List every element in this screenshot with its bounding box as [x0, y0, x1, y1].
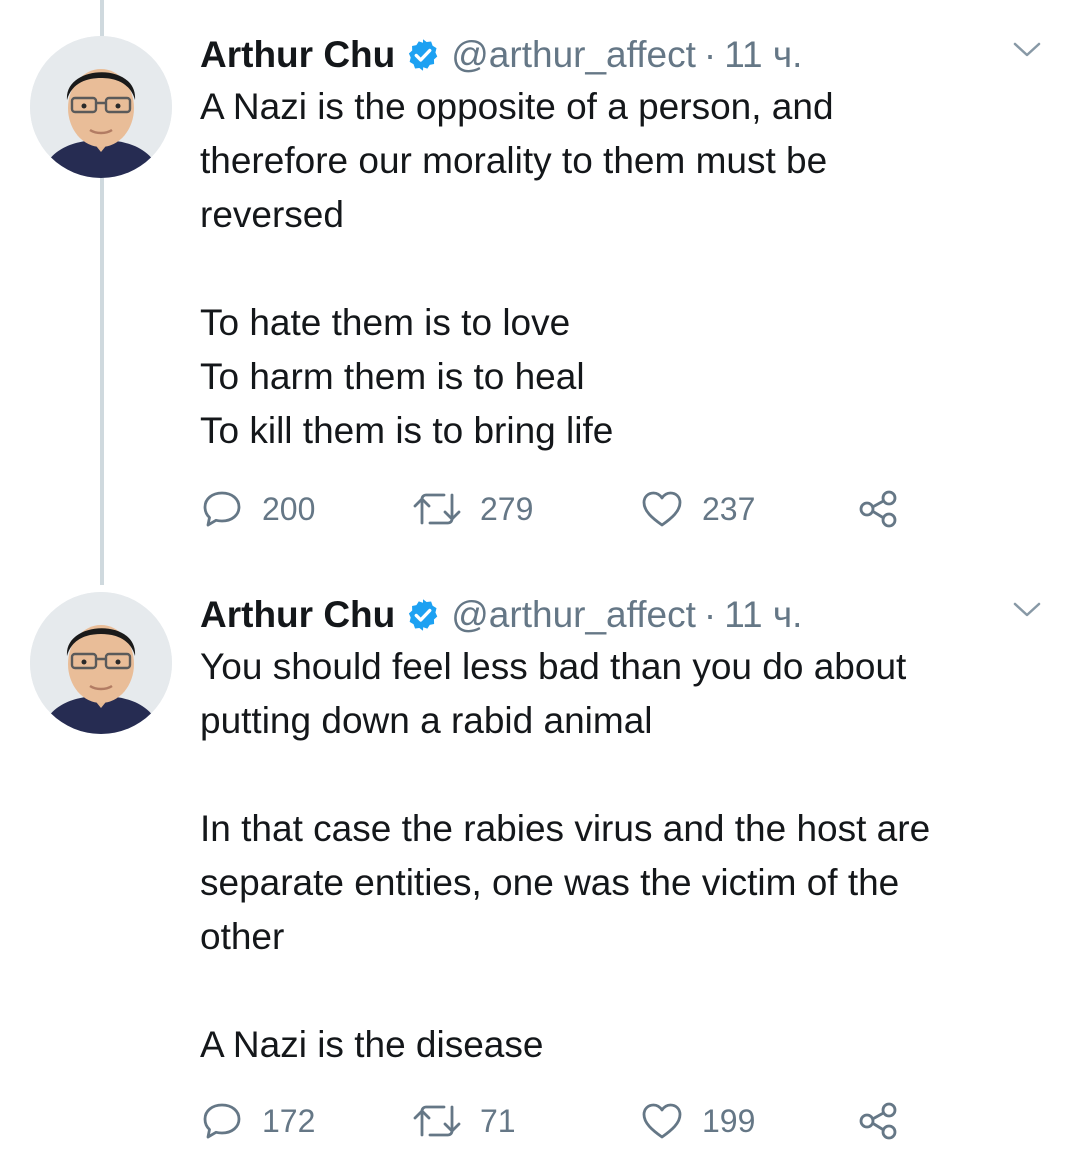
reply-icon	[203, 491, 241, 527]
tweet-paragraph: A Nazi is the disease	[200, 1018, 1040, 1072]
retweet-button[interactable]: 71	[412, 1096, 516, 1146]
like-button[interactable]: 237	[640, 484, 755, 534]
paragraph-break	[200, 748, 1040, 802]
tweet-line: reversed	[200, 194, 344, 235]
heart-icon	[642, 491, 682, 527]
tweet-paragraph: You should feel less bad than you do abo…	[200, 640, 1040, 748]
tweet[interactable]: Arthur Chu @arthur_affect · 11 ч. A Nazi…	[0, 0, 1080, 560]
retweet-button[interactable]: 279	[412, 484, 533, 534]
separator-dot: ·	[703, 594, 717, 635]
tweet-line: A Nazi is the disease	[200, 1024, 544, 1065]
display-name[interactable]: Arthur Chu	[200, 594, 395, 636]
share-icon	[859, 490, 897, 528]
chevron-down-icon[interactable]	[1012, 600, 1042, 620]
tweet-line: To hate them is to love	[200, 302, 571, 343]
like-count: 199	[702, 1102, 756, 1139]
avatar[interactable]	[30, 592, 172, 734]
tweet-line: In that case the rabies virus and the ho…	[200, 808, 931, 849]
tweet[interactable]: Arthur Chu @arthur_affect · 11 ч. You sh…	[0, 560, 1080, 1166]
tweet-paragraph: A Nazi is the opposite of a person, and …	[200, 80, 1040, 242]
user-handle[interactable]: @arthur_affect	[451, 594, 696, 636]
tweet-line: You should feel less bad than you do abo…	[200, 646, 907, 687]
share-button[interactable]	[856, 1096, 900, 1146]
timestamp[interactable]: 11 ч.	[724, 34, 802, 76]
tweet-line: therefore our morality to them must be	[200, 140, 828, 181]
tweet-line: other	[200, 916, 285, 957]
tweet-header: Arthur Chu @arthur_affect · 11 ч.	[200, 590, 802, 640]
tweet-line: putting down a rabid animal	[200, 700, 653, 741]
tweet-line: To kill them is to bring life	[200, 410, 614, 451]
user-handle[interactable]: @arthur_affect	[451, 34, 696, 76]
reply-button[interactable]: 200	[200, 484, 315, 534]
verified-badge-icon	[405, 37, 441, 73]
tweet-line: A Nazi is the opposite of a person, and	[200, 86, 834, 127]
share-icon	[859, 1102, 897, 1140]
tweet-line: separate entities, one was the victim of…	[200, 862, 900, 903]
tweet-paragraph: To hate them is to love To harm them is …	[200, 296, 1040, 458]
retweet-icon	[413, 493, 461, 525]
verified-badge-icon	[405, 597, 441, 633]
retweet-count: 71	[480, 1102, 516, 1139]
like-count: 237	[702, 490, 756, 527]
timestamp[interactable]: 11 ч.	[724, 594, 802, 636]
avatar[interactable]	[30, 36, 172, 178]
paragraph-break	[200, 242, 1040, 296]
paragraph-break	[200, 964, 1040, 1018]
reply-icon	[203, 1103, 241, 1139]
tweet-header: Arthur Chu @arthur_affect · 11 ч.	[200, 30, 802, 80]
share-button[interactable]	[856, 484, 900, 534]
tweet-text: You should feel less bad than you do abo…	[200, 640, 1040, 1072]
heart-icon	[642, 1103, 682, 1139]
tweet-actions: 200 279 237	[200, 484, 920, 534]
retweet-icon	[413, 1105, 461, 1137]
like-button[interactable]: 199	[640, 1096, 755, 1146]
reply-button[interactable]: 172	[200, 1096, 315, 1146]
chevron-down-icon[interactable]	[1012, 40, 1042, 60]
display-name[interactable]: Arthur Chu	[200, 34, 395, 76]
reply-count: 172	[262, 1102, 316, 1139]
reply-count: 200	[262, 490, 316, 527]
tweet-paragraph: In that case the rabies virus and the ho…	[200, 802, 1040, 964]
retweet-count: 279	[480, 490, 534, 527]
tweet-text: A Nazi is the opposite of a person, and …	[200, 80, 1040, 458]
tweet-actions: 172 71 199	[200, 1096, 920, 1146]
tweet-line: To harm them is to heal	[200, 356, 585, 397]
separator-dot: ·	[703, 34, 717, 75]
